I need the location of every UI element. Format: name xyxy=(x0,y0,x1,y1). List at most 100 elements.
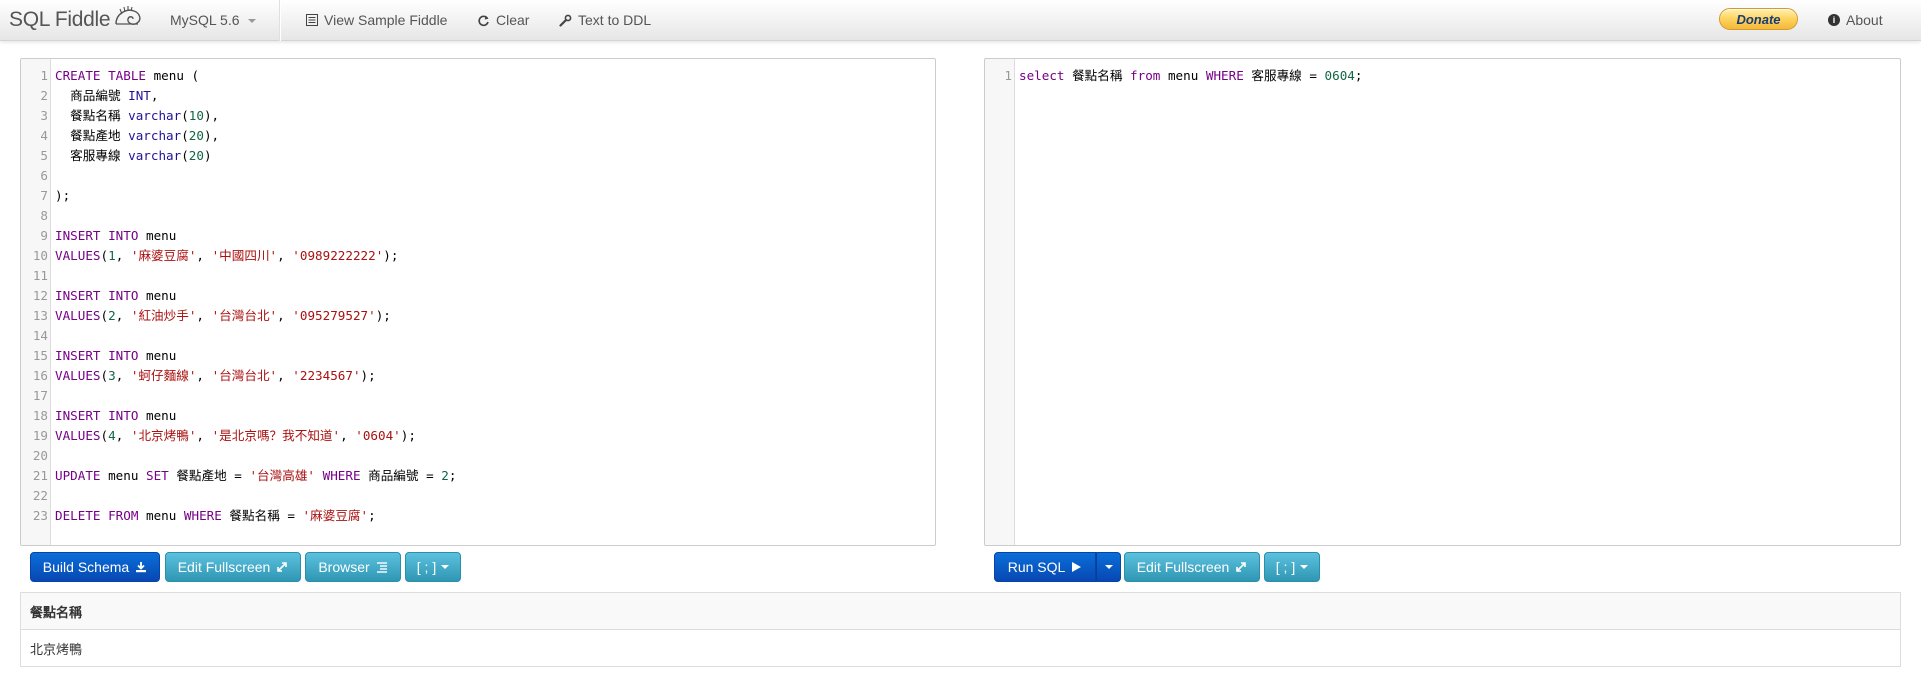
code-token: , xyxy=(115,368,131,383)
about-link[interactable]: i About xyxy=(1828,9,1883,31)
code-token: INSERT INTO xyxy=(55,228,139,243)
code-token: '095279527' xyxy=(292,308,376,323)
code-token: ( xyxy=(181,148,189,163)
code-token: ); xyxy=(400,428,416,443)
code-text: INSERT INTO menu xyxy=(55,286,176,306)
donate-label: Donate xyxy=(1736,11,1781,27)
code-text: 商品編號 INT, xyxy=(55,86,158,106)
code-token: ( xyxy=(100,428,109,443)
database-select[interactable]: MySQL 5.6 xyxy=(170,9,256,31)
code-token: 商品編號 xyxy=(55,88,129,103)
code-token: 餐點產地 xyxy=(55,128,129,143)
code-token: '0604' xyxy=(355,428,401,443)
line-number: 14 xyxy=(32,328,48,343)
fullscreen-icon xyxy=(277,562,288,572)
code-token: ); xyxy=(383,248,399,263)
code-line: 23 DELETE FROM menu WHERE 餐點名稱 = '麻婆豆腐'; xyxy=(21,506,376,526)
code-line: 7); xyxy=(21,186,70,206)
code-token: 4 xyxy=(108,428,116,443)
code-token: VALUES xyxy=(55,308,101,323)
code-token: INSERT INTO xyxy=(55,288,139,303)
browser-label: Browser xyxy=(318,559,370,575)
code-token: menu xyxy=(138,508,184,523)
query-terminator-dropdown[interactable]: [ ; ] xyxy=(1264,552,1320,582)
code-token: ( xyxy=(100,308,109,323)
run-sql-button[interactable]: Run SQL xyxy=(994,552,1096,582)
schema-edit-fullscreen-button[interactable]: Edit Fullscreen xyxy=(165,552,301,582)
code-text: VALUES(2, '紅油炒手', '台灣台北', '095279527'); xyxy=(55,306,391,326)
view-sample-fiddle-link[interactable]: View Sample Fiddle xyxy=(306,9,447,31)
code-token: 客服專線 xyxy=(55,148,129,163)
code-token: '台灣台北' xyxy=(211,308,278,323)
code-token: menu xyxy=(138,408,177,423)
code-token: WHERE xyxy=(183,508,222,523)
code-line: 17 xyxy=(21,386,48,406)
play-icon xyxy=(1072,562,1082,572)
code-token: 餐點名稱 xyxy=(1064,68,1131,83)
schema-terminator-dropdown[interactable]: [ ; ] xyxy=(405,552,461,582)
code-text: VALUES(1, '麻婆豆腐', '中國四川', '0989222222'); xyxy=(55,246,398,266)
chevron-down-icon xyxy=(247,19,256,23)
line-number: 22 xyxy=(32,488,48,503)
query-edit-fullscreen-button[interactable]: Edit Fullscreen xyxy=(1124,552,1260,582)
results-cell: 北京烤鴨 xyxy=(30,642,83,657)
code-line: 21 UPDATE menu SET 餐點產地 = '台灣高雄' WHERE 商品… xyxy=(21,466,457,486)
code-token: '北京烤鴨' xyxy=(130,428,197,443)
clear-link[interactable]: Clear xyxy=(477,9,529,31)
code-token: ), xyxy=(203,108,220,123)
code-token: , xyxy=(115,428,131,443)
code-token: 商品編號 = xyxy=(360,468,442,483)
code-token: 2 xyxy=(108,308,116,323)
terminator-label: [ ; ] xyxy=(1275,559,1296,575)
code-token: VALUES xyxy=(55,368,101,383)
code-line: 9 INSERT INTO menu xyxy=(21,226,176,246)
code-token: ( xyxy=(100,368,109,383)
code-token: '是北京嗎？我不知道' xyxy=(211,428,341,443)
donate-button[interactable]: Donate xyxy=(1719,8,1798,30)
clear-label: Clear xyxy=(496,12,530,28)
code-token: , xyxy=(196,248,212,263)
code-line: 20 xyxy=(21,446,48,466)
code-text: VALUES(4, '北京烤鴨', '是北京嗎？我不知道', '0604'); xyxy=(55,426,416,446)
code-text: UPDATE menu SET 餐點產地 = '台灣高雄' WHERE 商品編號… xyxy=(55,466,456,486)
line-number-gutter xyxy=(985,59,1015,545)
code-token: CREATE TABLE xyxy=(55,68,146,83)
browser-button[interactable]: Browser xyxy=(305,552,401,582)
code-text: 客服專線 varchar(20) xyxy=(55,146,211,166)
brand-logo[interactable]: SQL Fiddle xyxy=(9,5,144,35)
list-alt-icon xyxy=(306,14,318,26)
code-token: WHERE xyxy=(322,468,361,483)
code-line: 22 xyxy=(21,486,48,506)
text-to-ddl-link[interactable]: Text to DDL xyxy=(559,9,651,31)
build-schema-button[interactable]: Build Schema xyxy=(30,552,160,582)
code-token: WHERE xyxy=(1205,68,1244,83)
code-token: from xyxy=(1130,68,1161,83)
terminator-label: [ ; ] xyxy=(416,559,437,575)
query-editor[interactable]: 1 select 餐點名稱 from menu WHERE 客服專線 = 0604… xyxy=(984,58,1901,546)
schema-editor[interactable]: 1 CREATE TABLE menu (2 商品編號 INT, 3 餐點名稱 va… xyxy=(20,58,936,546)
run-sql-options-toggle[interactable] xyxy=(1096,552,1121,582)
code-token: , xyxy=(277,248,293,263)
code-token: 餐點名稱 = xyxy=(221,508,303,523)
code-token: ), xyxy=(203,128,220,143)
chevron-down-icon xyxy=(441,565,450,569)
code-token: 餐點名稱 xyxy=(55,108,129,123)
line-number: 7 xyxy=(40,188,48,203)
code-token: INSERT INTO xyxy=(55,348,139,363)
code-token: ); xyxy=(55,188,71,203)
code-text: INSERT INTO menu xyxy=(55,226,176,246)
code-line: 1 CREATE TABLE menu ( xyxy=(21,66,199,86)
code-token: menu xyxy=(138,228,177,243)
run-sql-label: Run SQL xyxy=(1007,559,1066,575)
tree-list-icon xyxy=(376,562,387,573)
code-token: varchar xyxy=(128,128,182,143)
code-token: '麻婆豆腐' xyxy=(130,248,197,263)
code-token: 餐點產地 = xyxy=(168,468,250,483)
code-token: , xyxy=(115,248,131,263)
top-navbar: SQL Fiddle MySQL 5.6 View Sample Fiddle … xyxy=(0,0,1921,41)
code-line: 1 select 餐點名稱 from menu WHERE 客服專線 = 0604… xyxy=(985,66,1362,86)
code-token: '2234567' xyxy=(292,368,361,383)
refresh-icon xyxy=(478,15,489,26)
code-token: ( xyxy=(100,248,109,263)
line-number: 20 xyxy=(32,448,48,463)
